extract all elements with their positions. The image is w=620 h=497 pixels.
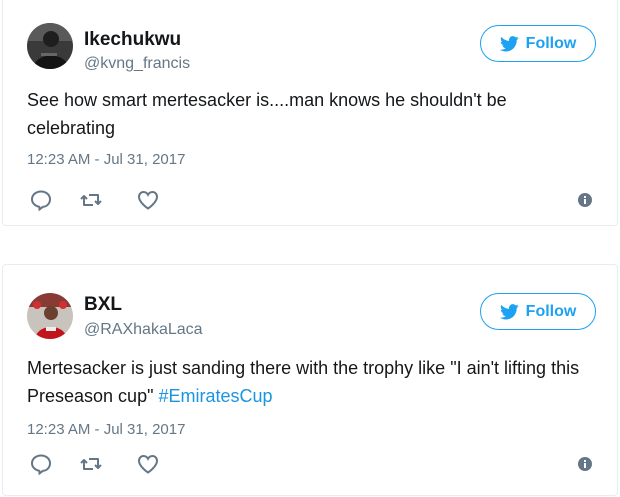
tweet-card: BXL @RAXhakaLaca Follow Mertesacker is j… <box>2 264 618 496</box>
info-icon[interactable] <box>577 192 593 208</box>
like-icon[interactable] <box>136 452 162 476</box>
twitter-bird-icon <box>499 303 519 319</box>
twitter-bird-icon <box>499 35 519 51</box>
tweet-actions <box>29 452 169 476</box>
tweet-actions <box>29 188 169 212</box>
timestamp[interactable]: 12:23 AM - Jul 31, 2017 <box>27 421 185 438</box>
tweet-text: See how smart mertesacker is....man know… <box>27 90 507 138</box>
avatar[interactable] <box>27 293 73 339</box>
follow-label: Follow <box>525 302 577 320</box>
avatar[interactable] <box>27 23 73 69</box>
tweet-text: Mertesacker is just sanding there with t… <box>27 354 593 410</box>
tweet-text-body: Mertesacker is just sanding there with t… <box>27 358 580 406</box>
display-name[interactable]: BXL <box>84 294 122 316</box>
info-icon[interactable] <box>577 456 593 472</box>
display-name[interactable]: Ikechukwu <box>84 29 181 51</box>
hashtag-link[interactable]: #EmiratesCup <box>158 386 272 406</box>
like-icon[interactable] <box>136 188 162 212</box>
user-handle[interactable]: @RAXhakaLaca <box>84 321 203 339</box>
retweet-icon[interactable] <box>79 452 105 476</box>
follow-label: Follow <box>525 34 577 52</box>
reply-icon[interactable] <box>29 452 55 476</box>
follow-button[interactable]: Follow <box>480 293 596 330</box>
reply-icon[interactable] <box>29 188 55 212</box>
follow-button[interactable]: Follow <box>480 25 596 62</box>
retweet-icon[interactable] <box>79 188 105 212</box>
tweet-card: Ikechukwu @kvng_francis Follow See how s… <box>2 0 618 226</box>
timestamp[interactable]: 12:23 AM - Jul 31, 2017 <box>27 151 185 168</box>
user-handle[interactable]: @kvng_francis <box>84 55 190 73</box>
